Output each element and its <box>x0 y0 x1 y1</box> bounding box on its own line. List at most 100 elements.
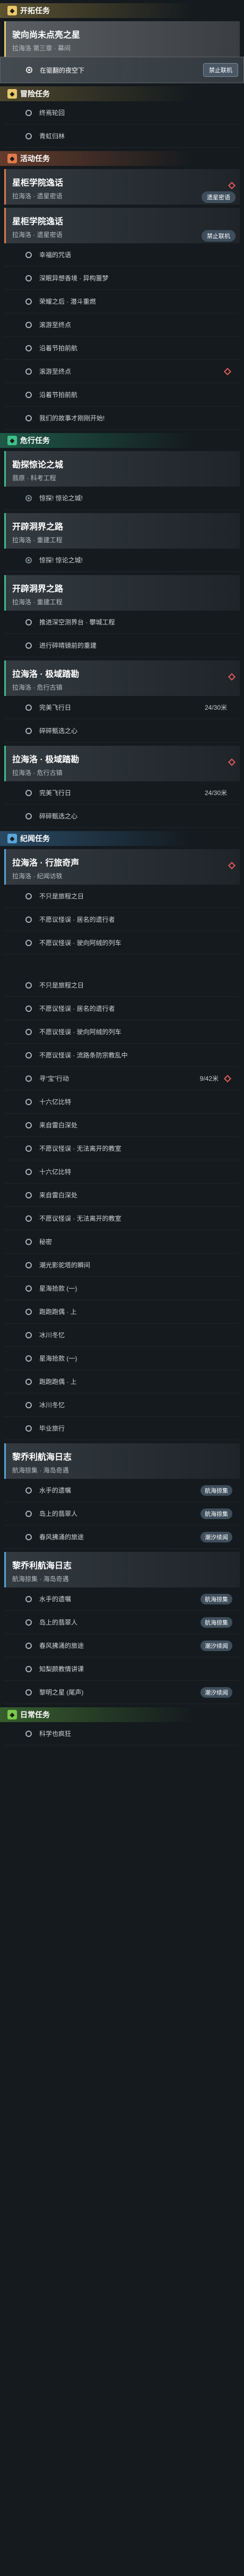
objective-radio-icon <box>25 1192 32 1198</box>
objective-item[interactable]: 不只是旅程之日 <box>4 885 240 908</box>
objective-label: 水手的遗嘱 <box>39 1487 72 1494</box>
objective-item[interactable]: 岛上的翡翠人 航海掠集 <box>4 1611 240 1634</box>
objective-radio-icon <box>25 251 32 258</box>
mission-card[interactable]: 拉海洛 · 行旅奇声 拉海洛 · 纪闻访轶 <box>4 849 240 885</box>
objective-badge: 航海掠集 <box>201 1593 232 1604</box>
objective-item[interactable]: 知梨颜教情讲课 <box>4 1657 240 1681</box>
objective-label: 不愿议怪误 · 流路条防宗教乱中 <box>39 1052 128 1059</box>
objective-item[interactable]: 潮光影驼塔的瞬间 <box>4 1254 240 1277</box>
objective-item[interactable]: 终焉轮回 <box>4 101 240 125</box>
objective-item[interactable]: 冰川冬忆 <box>4 1324 240 1347</box>
objective-item[interactable]: 不愿议怪误 · 驶向阿绒的列车 <box>4 931 240 955</box>
objective-item[interactable]: 幸福的咒语 <box>4 243 240 267</box>
objective-item[interactable]: 深眠异想香境 · 异构噩梦 <box>4 267 240 290</box>
objective-item[interactable]: 来自雷白深处 <box>4 1114 240 1137</box>
objective-item[interactable]: 十六亿比特 <box>4 1160 240 1184</box>
objective-item[interactable]: 不愿议怪误 · 无法离开的教室 <box>4 1137 240 1160</box>
objective-item[interactable]: 滚游至终点 <box>4 313 240 337</box>
objective-progress: 9/42米 <box>199 1075 219 1082</box>
objective-radio-icon <box>25 1331 32 1338</box>
objective-label: 跑跑跑偶 · 上 <box>39 1308 77 1316</box>
mission-card[interactable]: 星柜学院逸话 拉海洛 · 遗星密语 遗星密语 <box>4 169 240 205</box>
mission-card[interactable]: 黎乔利航海日志 航海掠集 · 海岛奇遇 <box>4 1552 240 1587</box>
objective-item[interactable]: 不愿议怪误 · 驶向阿绒的列车 <box>4 1020 240 1044</box>
objective-radio-icon <box>25 1595 32 1602</box>
objective-radio-icon <box>25 1378 32 1385</box>
objective-item[interactable]: 完美飞行日 24/30米 <box>4 781 240 805</box>
objective-item[interactable]: 不只是旅程之日 <box>4 974 240 997</box>
objective-radio-icon <box>26 67 32 73</box>
objective-radio-icon <box>25 109 32 116</box>
objective-item[interactable]: 春风拂涌的旅途 潮汐续闻 <box>4 1634 240 1657</box>
mission-card[interactable]: 开辟洞界之路 拉海洛 · 重建工程 <box>4 513 240 549</box>
mission-card[interactable]: 拉海洛 · 极域踏勘 拉海洛 · 危行古镇 <box>4 746 240 781</box>
objective-item[interactable]: 不愿议怪误 · 流路条防宗教乱中 <box>4 1044 240 1067</box>
mission-card[interactable]: 驶向尚未点亮之星 拉海洛 第三章 · 幕间 <box>4 21 240 57</box>
objective-label: 青虹归林 <box>39 133 65 140</box>
objective-radio-icon <box>25 1619 32 1626</box>
daily-icon: ◆ <box>7 1710 17 1719</box>
section-header[interactable]: ◆ 日常任务 <box>0 1707 244 1722</box>
objective-radio-icon <box>25 1028 32 1035</box>
section-header[interactable]: ◆ 纪闻任务 <box>0 831 244 846</box>
objective-label: 水手的遗嘱 <box>39 1595 72 1603</box>
mission-card[interactable]: 勘探惊论之城 翡原 · 科考工程 <box>4 451 240 487</box>
objective-radio-icon <box>25 1689 32 1696</box>
objective-radio-icon <box>25 1122 32 1128</box>
mission-card[interactable]: 星柜学院逸话 拉海洛 · 遗星密语 禁止联机 <box>4 208 240 243</box>
objective-item[interactable]: 不愿议怪误 · 居名的遗行者 <box>4 997 240 1020</box>
section-header[interactable]: ◆ 危行任务 <box>0 433 244 448</box>
objective-item[interactable]: 毕业旅行 <box>4 1417 240 1440</box>
objective-item[interactable]: 星海拾款 (一) <box>4 1347 240 1370</box>
section-header[interactable]: ◆ 冒险任务 <box>0 86 244 101</box>
mission-card[interactable]: 开辟洞界之路 拉海洛 · 重建工程 <box>4 575 240 611</box>
objective-item[interactable]: 不愿议怪误 · 无法离开的教室 <box>4 1207 240 1230</box>
objective-item[interactable]: 岛上的翡翠人 航海掠集 <box>4 1502 240 1525</box>
tracking-flag-icon <box>223 1074 232 1082</box>
objective-item[interactable]: 我们的故事才刚刚开始! <box>4 407 240 430</box>
objective-item[interactable]: 在驱翻的夜空下 禁止联机 <box>0 57 244 83</box>
objective-item[interactable]: 十六亿比特 <box>4 1090 240 1114</box>
objective-item[interactable]: 进行碎晴镜前的重建 <box>4 634 240 657</box>
section-title: 危行任务 <box>20 436 50 445</box>
mission-subtitle: 拉海洛 · 危行古镇 <box>12 769 63 777</box>
objective-item[interactable]: 沿着节拍前航 <box>4 383 240 407</box>
objective-item[interactable]: 春风拂涌的旅途 潮汐续闻 <box>4 1525 240 1549</box>
objective-item[interactable]: 荣耀之后 · 潜斗重燃 <box>4 290 240 313</box>
objective-item[interactable]: 推进深空测界台 · 攀城工程 <box>4 611 240 634</box>
objective-item[interactable]: 惊探! 惊论之城! <box>4 487 240 510</box>
objective-item[interactable]: 水手的遗嘱 航海掠集 <box>4 1587 240 1611</box>
mission-title: 开辟洞界之路 <box>12 585 64 594</box>
objective-item[interactable]: 寻“宝”行动 9/42米 <box>4 1067 240 1090</box>
objective-item[interactable]: 科学也疯狂 <box>4 1722 240 1745</box>
objective-item[interactable]: 冰川冬忆 <box>4 1393 240 1417</box>
mission-subtitle: 航海掠集 · 海岛奇遇 <box>12 1467 69 1474</box>
objective-item[interactable]: 惊探! 惊论之城! <box>4 549 240 572</box>
mission-title: 驶向尚未点亮之星 <box>12 31 81 40</box>
objective-label: 不愿议怪误 · 驶向阿绒的列车 <box>39 939 121 947</box>
objective-item[interactable]: 青虹归林 <box>4 125 240 148</box>
objective-item[interactable]: 滚游至终点 <box>4 360 240 383</box>
objective-item[interactable]: 来自雷白深处 <box>4 1184 240 1207</box>
objective-label: 完美飞行日 <box>39 704 72 711</box>
objective-item[interactable]: 完美飞行日 24/30米 <box>4 696 240 719</box>
objective-item[interactable]: 碎碎甄选之心 <box>4 719 240 743</box>
section-title: 纪闻任务 <box>20 834 50 843</box>
mission-card[interactable]: 拉海洛 · 极域踏勘 拉海洛 · 危行古镇 <box>4 660 240 696</box>
section-header[interactable]: ◆ 开拓任务 <box>0 3 244 18</box>
section-header[interactable]: ◆ 活动任务 <box>0 151 244 166</box>
objective-item[interactable]: 碎碎甄选之心 <box>4 805 240 828</box>
objective-item[interactable]: 沿着节拍前航 <box>4 337 240 360</box>
objective-item[interactable]: 水手的遗嘱 航海掠集 <box>4 1479 240 1502</box>
objective-radio-icon <box>25 275 32 281</box>
objective-item[interactable]: 秘密 <box>4 1230 240 1254</box>
objective-label: 不愿议怪误 · 驶向阿绒的列车 <box>39 1028 121 1036</box>
objective-item[interactable]: 跑跑跑偶 · 上 <box>4 1370 240 1393</box>
mission-card[interactable]: 黎乔利航海日志 航海掠集 · 海岛奇遇 <box>4 1443 240 1479</box>
objective-item[interactable]: 跑跑跑偶 · 上 <box>4 1300 240 1324</box>
objective-label: 毕业旅行 <box>39 1425 65 1432</box>
objective-item[interactable]: 黎明之星 (尾声) 潮汐续闻 <box>4 1681 240 1704</box>
objective-item[interactable]: 不愿议怪误 · 居名的遗行者 <box>4 908 240 931</box>
objective-radio-icon <box>25 1168 32 1175</box>
objective-item[interactable]: 星海拾款 (一) <box>4 1277 240 1300</box>
